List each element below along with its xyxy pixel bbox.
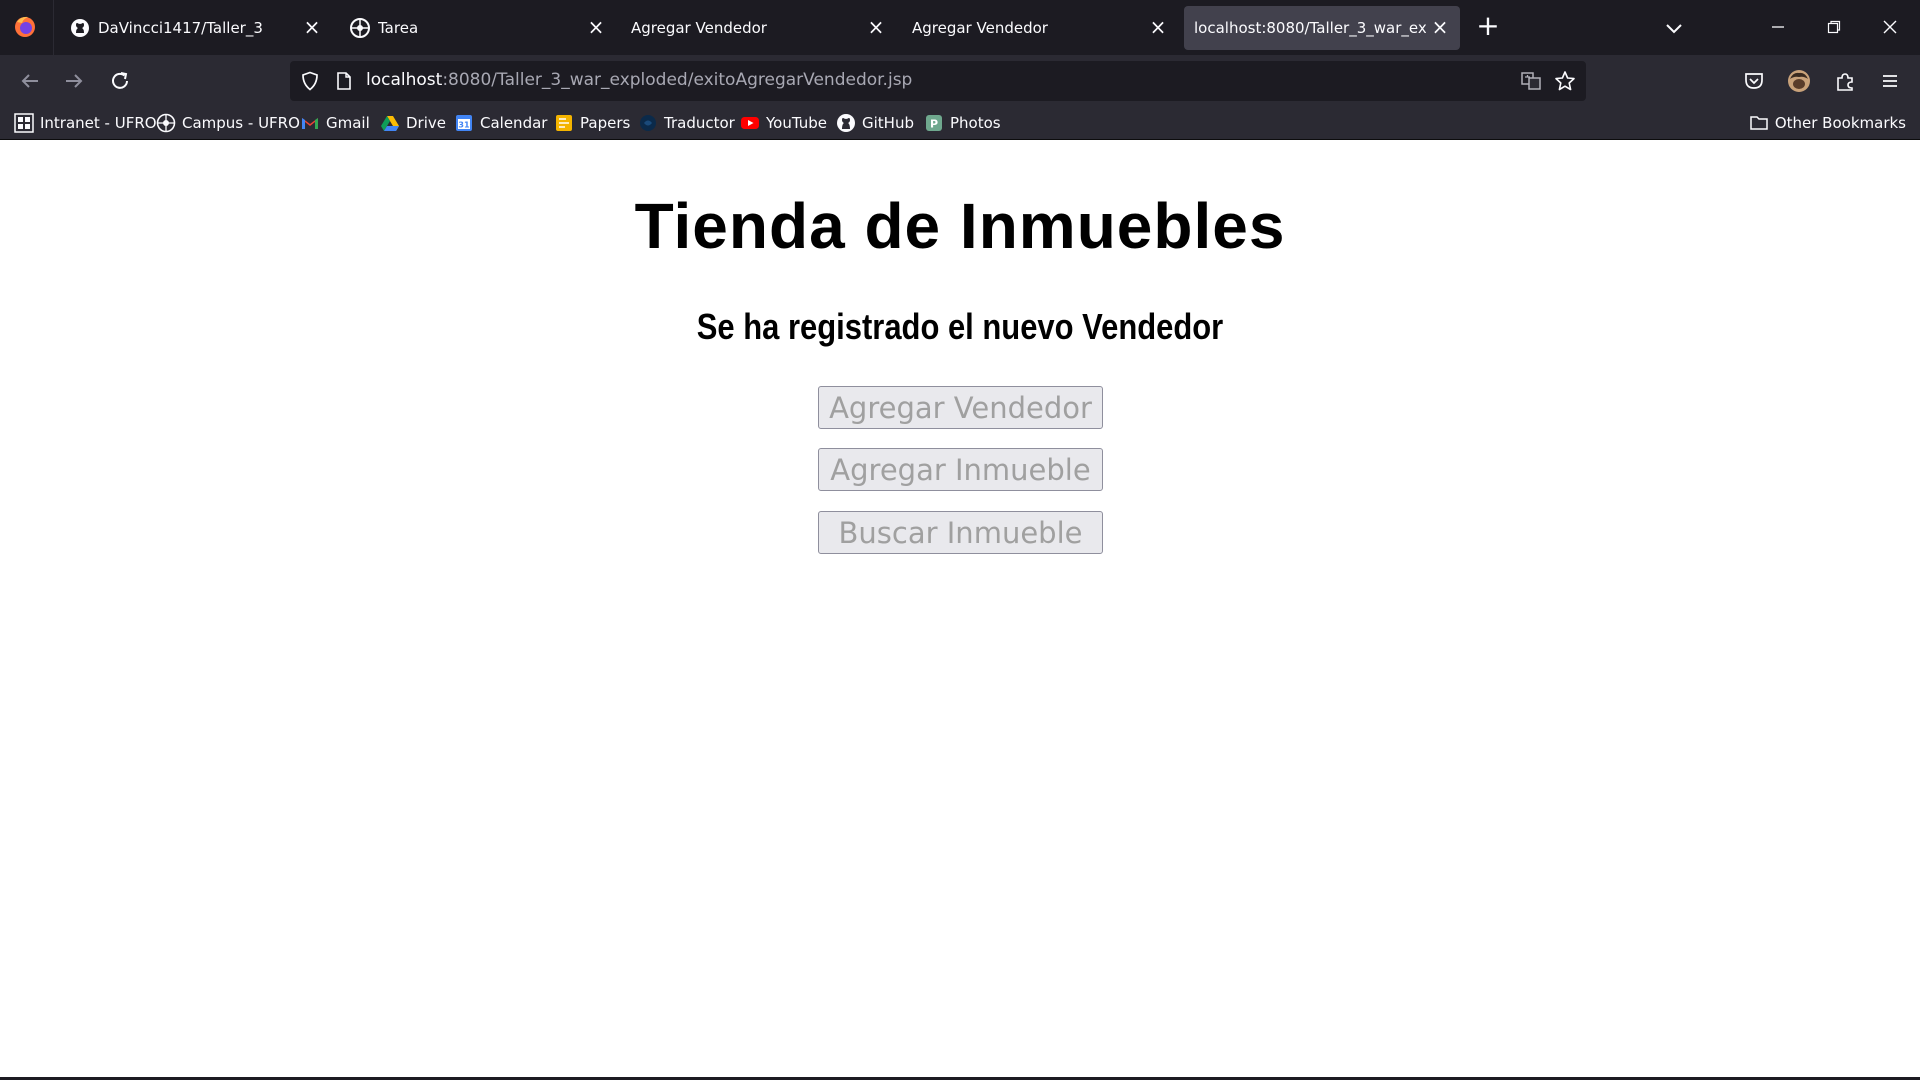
tab-title: Agregar Vendedor [631,19,767,37]
restore-icon [1827,20,1841,34]
close-tab-icon[interactable]: × [584,16,608,40]
campus-icon [156,113,176,133]
reload-icon [112,72,128,89]
close-tab-icon[interactable]: × [1146,16,1170,40]
other-bookmarks[interactable]: Other Bookmarks [1749,112,1906,134]
back-arrow-icon [21,74,38,88]
pocket-icon [1745,73,1763,89]
bookmark-gmail[interactable]: Gmail [300,112,370,134]
bookmark-photos[interactable]: P Photos [924,112,1001,134]
bookmark-label: Calendar [480,114,548,132]
restore-button[interactable] [1812,8,1856,46]
gmail-icon [302,118,318,129]
bookmark-youtube[interactable]: YouTube [740,112,827,134]
buscar-inmueble-button[interactable]: Buscar Inmueble [818,511,1103,554]
new-tab-button[interactable]: + [1474,12,1502,42]
svg-text:31: 31 [458,121,470,130]
tab-github-taller[interactable]: DaVincci1417/Taller_3 × [56,6,328,50]
app-menu-button[interactable] [1874,65,1906,97]
tab-title: Agregar Vendedor [912,19,1048,37]
bookmark-papers[interactable]: Papers [554,112,630,134]
drive-icon [381,116,399,131]
minimize-icon [1772,26,1784,28]
close-tab-icon[interactable]: × [864,16,888,40]
papers-icon [556,115,572,131]
bookmark-traductor[interactable]: Traductor [638,112,735,134]
bookmark-label: GitHub [862,114,914,132]
page-content: Tienda de Inmuebles Se ha registrado el … [0,141,1920,1077]
navigation-toolbar: localhost:8080/Taller_3_war_exploded/exi… [0,55,1920,106]
tab-agregar-vendedor-2[interactable]: Agregar Vendedor × [896,6,1168,50]
back-button[interactable] [14,65,46,97]
bookmark-label: Traductor [664,114,735,132]
page-title: Tienda de Inmuebles [634,190,1286,262]
close-tab-icon[interactable]: × [1428,16,1452,40]
bookmark-label: Campus - UFRO [182,114,300,132]
intranet-icon [14,113,34,133]
avatar [1788,70,1810,92]
translate-icon[interactable] [1520,70,1542,92]
youtube-icon [741,117,759,129]
tab-title: localhost:8080/Taller_3_war_exploded/exi… [1194,19,1426,37]
tab-strip: DaVincci1417/Taller_3 × Tarea × Agregar … [0,0,1920,55]
bookmark-label: Intranet - UFRO [40,114,157,132]
hamburger-menu-icon [1883,75,1897,87]
tab-localhost-active[interactable]: localhost:8080/Taller_3_war_exploded/exi… [1184,6,1460,50]
bookmark-intranet-ufro[interactable]: Intranet - UFRO [14,112,157,134]
other-bookmarks-label: Other Bookmarks [1774,114,1906,132]
folder-icon [1750,116,1768,130]
page-info-icon[interactable] [334,71,354,91]
url-path: :8080/Taller_3_war_exploded/exitoAgregar… [442,70,913,90]
agregar-inmueble-button[interactable]: Agregar Inmueble [818,448,1103,491]
success-message: Se ha registrado el nuevo Vendedor [696,306,1224,347]
url-host: localhost [366,70,443,90]
bookmark-calendar[interactable]: 31 Calendar [454,112,547,134]
bookmark-campus-ufro[interactable]: Campus - UFRO [156,112,300,134]
bookmark-drive[interactable]: Drive [380,112,446,134]
extensions-button[interactable] [1829,65,1861,97]
tab-title: DaVincci1417/Taller_3 [98,19,263,37]
url-text[interactable]: localhost:8080/Taller_3_war_exploded/exi… [366,70,912,90]
close-icon [1883,20,1897,34]
bookmark-star-icon[interactable] [1554,70,1576,92]
list-all-tabs-icon[interactable] [1660,14,1688,42]
close-window-button[interactable] [1868,8,1912,46]
github-icon [71,19,89,37]
shield-icon[interactable] [300,71,320,91]
bookmark-label: Gmail [326,114,370,132]
bookmark-label: Papers [580,114,631,132]
puzzle-icon [1837,73,1853,91]
address-bar[interactable]: localhost:8080/Taller_3_war_exploded/exi… [290,61,1586,101]
bookmark-label: Drive [406,114,446,132]
close-tab-icon[interactable]: × [300,16,324,40]
tab-title: Tarea [378,19,419,37]
bookmark-github[interactable]: GitHub [836,112,914,134]
github-icon [837,114,855,132]
minimize-button[interactable] [1756,8,1800,46]
account-button[interactable] [1783,65,1815,97]
tab-separator [53,0,54,55]
svg-text:P: P [930,118,938,131]
forward-button[interactable] [58,65,90,97]
bookmarks-toolbar: Intranet - UFRO Campus - UFRO Gmail Driv… [0,106,1920,140]
tab-agregar-vendedor-1[interactable]: Agregar Vendedor × [616,6,888,50]
tab-tarea[interactable]: Tarea × [336,6,608,50]
forward-arrow-icon [66,74,83,88]
campus-icon [350,18,370,38]
photos-icon: P [926,115,942,131]
calendar-icon: 31 [456,115,472,131]
reload-button[interactable] [104,65,136,97]
pocket-button[interactable] [1738,65,1770,97]
bookmark-label: YouTube [766,114,827,132]
firefox-menu-icon[interactable] [12,13,38,39]
agregar-vendedor-button[interactable]: Agregar Vendedor [818,386,1103,429]
translate-icon [640,115,656,131]
bookmark-label: Photos [950,114,1001,132]
